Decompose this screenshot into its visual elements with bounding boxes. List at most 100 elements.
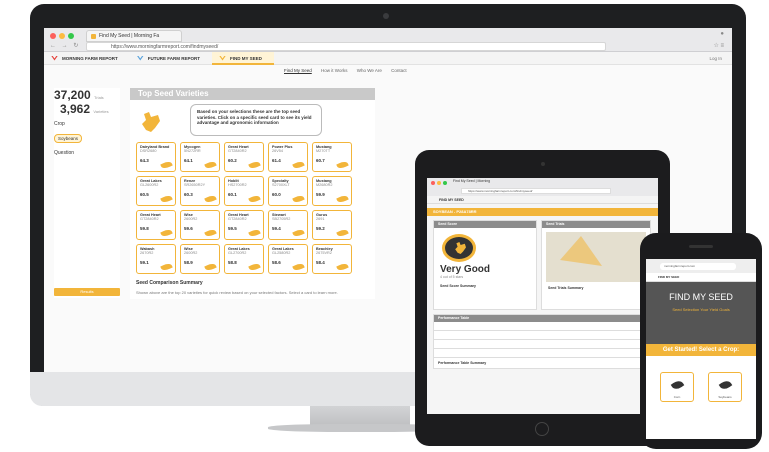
seed-icon: [336, 261, 349, 273]
zoom-window-button[interactable]: [68, 33, 74, 39]
tablet-screen: Find My Seed | Morning https://www.morni…: [427, 178, 658, 414]
seed-card-code: HS2700R2: [228, 183, 247, 188]
intro: Based on your selections these are the t…: [130, 100, 375, 140]
seed-card-value: 60.3: [184, 192, 193, 197]
minimize-window-button[interactable]: [59, 33, 65, 39]
seed-card-value: 61.4: [272, 158, 281, 163]
seed-icon: [336, 159, 349, 171]
seed-card[interactable]: Gurus 2691 59.2: [312, 210, 352, 240]
seed-card[interactable]: Great Heart GT2840R2 60.2: [224, 142, 264, 172]
seed-card[interactable]: Specialty S2700XLT 60.0: [268, 176, 308, 206]
results-button[interactable]: Results: [54, 288, 120, 296]
tablet-header[interactable]: FIND MY SEED: [427, 196, 658, 204]
crop-options: Corn Soybeans: [646, 356, 756, 426]
crop-corn-label: Corn: [673, 395, 681, 399]
seed-icon: [292, 261, 305, 273]
webcam-icon: [383, 13, 389, 19]
seed-card[interactable]: Great Lakes GL2600R2 60.5: [136, 176, 176, 206]
seed-card-grid: Dairyland Brand DSR2680 64.3 Mycogen 5N272RR…: [130, 140, 375, 276]
seed-card[interactable]: Renze SR2650R2Y 60.3: [180, 176, 220, 206]
seed-icon: [160, 261, 173, 273]
trials-region-shape: [560, 236, 602, 266]
seed-card[interactable]: Mustang M2680R2 59.9: [312, 176, 352, 206]
nav-morning-farm-report[interactable]: MORNING FARM REPORT: [44, 52, 130, 65]
seed-card[interactable]: Mycogen 5N272RR 64.1: [180, 142, 220, 172]
seed-card-code: 2600R2: [184, 251, 198, 256]
tablet-zoom-button[interactable]: [443, 181, 447, 185]
seed-card-value: 59.5: [228, 226, 237, 231]
seed-card[interactable]: Stewart SB2705R2 59.4: [268, 210, 308, 240]
performance-summary-label: Performance Table Summary: [438, 361, 487, 365]
get-started-bar: Get Started! Select a Crop:: [646, 344, 756, 356]
seed-card-code: GT2840R2: [228, 149, 247, 154]
corn-icon: [670, 378, 685, 392]
seed-card-value: 59.2: [316, 226, 325, 231]
seed-icon: [160, 193, 173, 205]
subnav-how-it-works[interactable]: How it Works: [321, 68, 347, 73]
browser-tab[interactable]: Find My Seed | Morning Fa: [86, 30, 182, 42]
tablet-tab[interactable]: Find My Seed | Morning: [453, 179, 490, 183]
subnav-find-my-seed[interactable]: Find My Seed: [284, 68, 312, 73]
table-row: [434, 340, 651, 349]
seed-icon: [336, 193, 349, 205]
tablet-cards: Seed Score Very Good 4 out of 5 stars Se…: [427, 216, 658, 312]
subnav-contact[interactable]: Contact: [391, 68, 407, 73]
seed-panel: Top Seed Varieties Based on your selecti…: [130, 88, 375, 338]
seed-card-value: 58.6: [272, 260, 281, 265]
crop-option-corn[interactable]: Corn: [660, 372, 694, 402]
crop-option-soybeans[interactable]: Soybeans: [708, 372, 742, 402]
tablet-home-button[interactable]: [535, 422, 549, 436]
address-bar[interactable]: https://www.morningfarmreport.com/findmy…: [86, 42, 606, 51]
seed-card[interactable]: Hoblit HS2700R2 60.1: [224, 176, 264, 206]
varieties-count: 3,962: [60, 102, 91, 116]
seed-card-value: 60.2: [228, 158, 237, 163]
seed-card-value: 60.1: [228, 192, 237, 197]
seed-card[interactable]: Power Plus 26V54 61.4: [268, 142, 308, 172]
seed-card[interactable]: Great Heart GT2840R2 59.5: [224, 210, 264, 240]
seed-icon: [292, 159, 305, 171]
summary-title: Seed Comparison Summary: [136, 280, 203, 286]
seed-card[interactable]: Beachley 2675VR2 58.4: [312, 244, 352, 274]
subnav-who-we-are[interactable]: Who We Are: [357, 68, 382, 73]
seed-card-code: GT2840R2: [228, 217, 247, 222]
tablet-address-bar[interactable]: https://www.morningfarmreport.com/findmy…: [461, 188, 611, 194]
login-link[interactable]: Log In: [709, 56, 732, 61]
seed-card-code: 2675VR2: [316, 251, 332, 256]
seed-icon: [204, 261, 217, 273]
seed-card[interactable]: Mustang M270TT 60.7: [312, 142, 352, 172]
nav-find-my-seed[interactable]: FIND MY SEED: [212, 51, 274, 65]
tablet-browser-chrome: Find My Seed | Morning https://www.morni…: [427, 178, 658, 196]
summary: Seed Comparison Summary Shown above are …: [130, 276, 375, 299]
seed-card[interactable]: Wise 2600R2 59.6: [180, 210, 220, 240]
seed-card-code: M2680R2: [316, 183, 333, 188]
seed-card[interactable]: Great Heart GT2840R2 59.8: [136, 210, 176, 240]
seed-card[interactable]: Wise 2600R2 58.9: [180, 244, 220, 274]
seed-card[interactable]: Wabash 2670R2 59.1: [136, 244, 176, 274]
seed-card-value: 58.9: [184, 260, 193, 265]
tablet-close-button[interactable]: [431, 181, 435, 185]
menu-icon[interactable]: ☆ ≡: [713, 42, 724, 49]
soybean-icon: [718, 378, 733, 392]
seed-card-code: GT2840R2: [140, 217, 159, 222]
crop-chip[interactable]: Soybeans: [54, 134, 83, 143]
seed-icon: [336, 227, 349, 239]
site-nav: MORNING FARM REPORT FUTURE FARM REPORT F…: [44, 51, 732, 65]
seed-card-code: GL2700R2: [228, 251, 247, 256]
tablet-minimize-button[interactable]: [437, 181, 441, 185]
seed-card[interactable]: Dairyland Brand DSR2680 64.3: [136, 142, 176, 172]
seed-card[interactable]: Great Lakes GL2700R2 58.8: [224, 244, 264, 274]
question-label[interactable]: Question: [54, 150, 120, 156]
tablet-camera-icon: [541, 162, 545, 166]
profile-icon[interactable]: ●: [720, 31, 724, 37]
phone-header[interactable]: FIND MY SEED: [646, 273, 756, 282]
intro-text: Based on your selections these are the t…: [190, 104, 322, 136]
nav-future-farm-report[interactable]: FUTURE FARM REPORT: [130, 52, 212, 65]
seed-card[interactable]: Great Lakes GL2580R2 58.6: [268, 244, 308, 274]
rating-sub: 4 out of 5 stars: [440, 275, 464, 279]
close-window-button[interactable]: [50, 33, 56, 39]
phone-speaker: [689, 245, 713, 248]
seed-card-code: GL2600R2: [140, 183, 159, 188]
browser-nav-buttons[interactable]: ← → ↻: [50, 42, 80, 49]
seed-card-code: DSR2680: [140, 149, 157, 154]
phone-address-bar[interactable]: morningfarmreport.com: [660, 263, 736, 270]
